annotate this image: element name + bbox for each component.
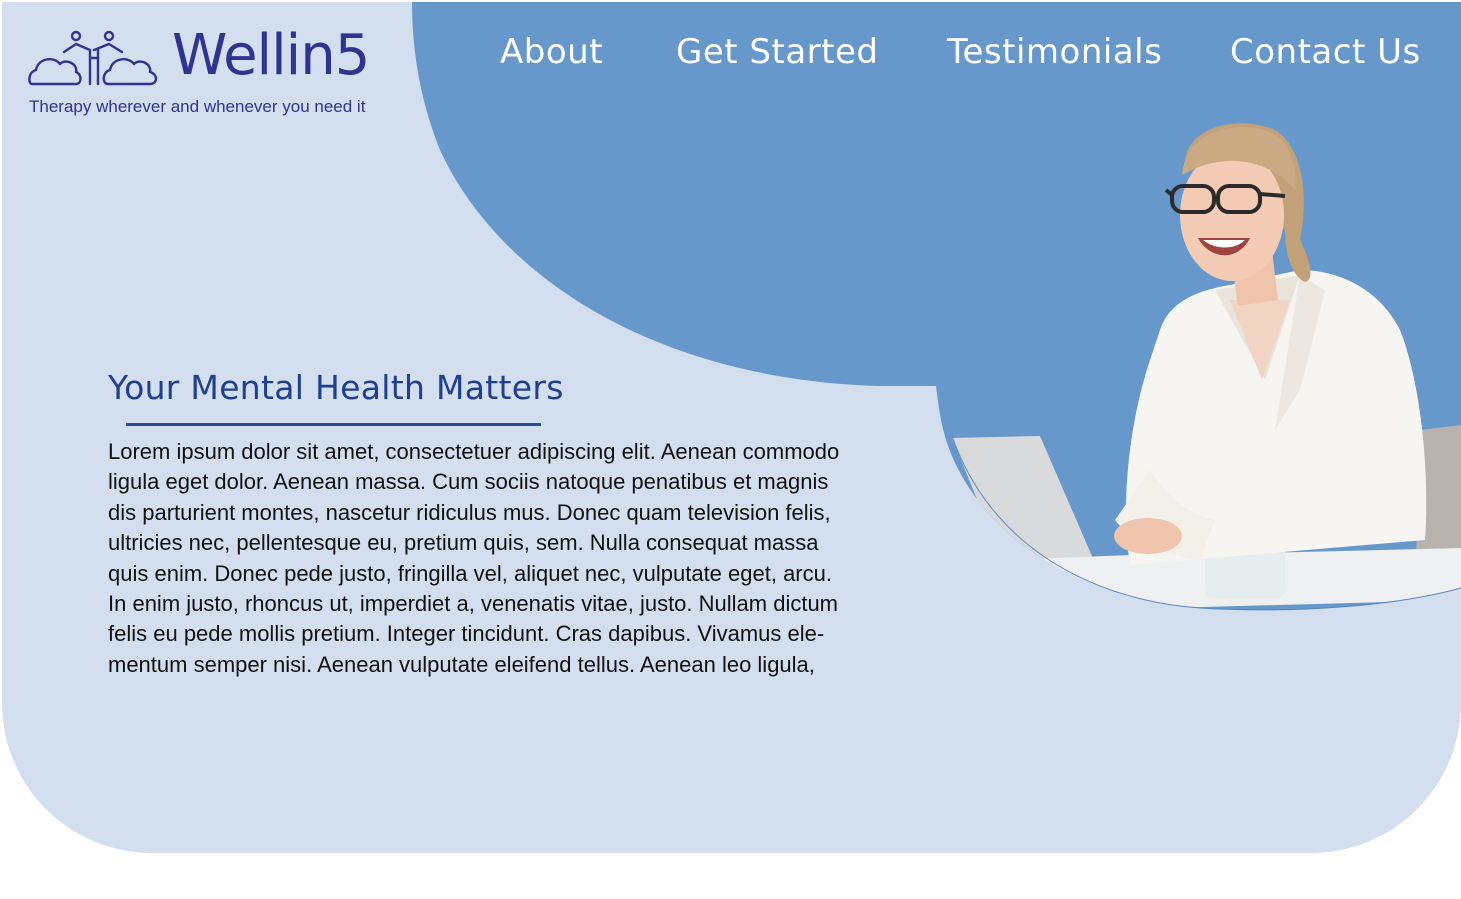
nav-item-contact-us[interactable]: Contact Us	[1230, 28, 1421, 76]
title-underline	[126, 423, 541, 426]
hero-body-text: Lorem ipsum dolor sit amet, consectetuer…	[108, 437, 878, 680]
nav-item-get-started[interactable]: Get Started	[676, 28, 878, 76]
body-line: In enim justo, rhoncus ut, imperdiet a, …	[108, 591, 839, 617]
body-line: ligula eget dolor. Aenean massa. Cum soc…	[108, 469, 829, 495]
hero-title: Your Mental Health Matters	[108, 368, 564, 407]
brand-tagline: Therapy wherever and whenever you need i…	[29, 97, 366, 116]
body-line: quis enim. Donec pede justo, fringilla v…	[108, 560, 832, 586]
body-line: Lorem ipsum dolor sit amet, consectetuer…	[108, 439, 840, 464]
body-line: mentum semper nisi. Aenean vulputate ele…	[108, 651, 815, 677]
nav-item-about[interactable]: About	[500, 28, 603, 76]
main-nav: About Get Started Testimonials Contact U…	[0, 28, 1461, 78]
body-line: felis eu pede mollis pretium. Integer ti…	[108, 621, 825, 647]
nav-item-testimonials[interactable]: Testimonials	[947, 28, 1162, 76]
body-line: ultricies nec, pellentesque eu, pretium …	[108, 530, 819, 556]
page: Wellin5 Therapy wherever and whenever yo…	[0, 0, 1461, 899]
body-line: dis parturient montes, nascetur ridiculu…	[108, 499, 831, 525]
